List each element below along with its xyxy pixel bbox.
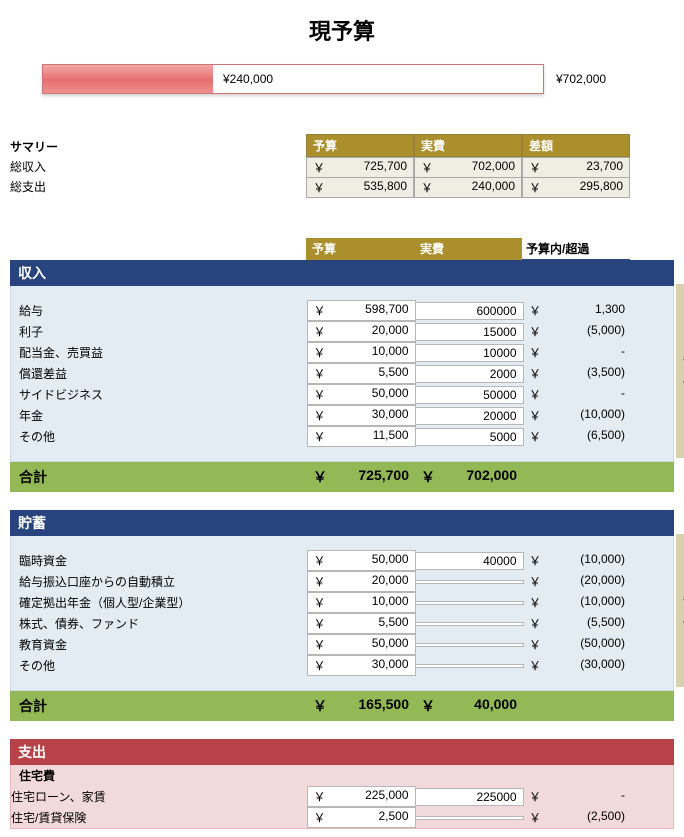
expense-title: 支出 [10,739,674,765]
summary-row-expense: 総支出 ￥535,800 ￥240,000 ￥295,800 [10,177,674,198]
table-row: 給与￥598,700600000￥1,300 [11,300,673,321]
col-header-actual: 実費 [414,238,522,260]
expense-section: 支出 住宅費 住宅ローン、家賃￥225,000225000￥-住宅/賃貸保険￥2… [10,739,674,829]
savings-section: 貯蓄 臨時資金￥50,00040000￥(10,000)給与振込口座からの自動積… [10,510,674,721]
savings-title: 貯蓄 [10,510,674,536]
table-row: 住宅/賃貸保険￥2,500￥(2,500) [11,807,673,828]
page-title: 現予算 [10,14,674,46]
table-row: 臨時資金￥50,00040000￥(10,000) [11,550,673,571]
income-side-tab[interactable]: 毎月 [676,284,684,458]
income-total-row: 合計 ￥725,700 ￥702,000 [10,462,674,492]
savings-side-tab[interactable]: 毎月 [676,534,684,687]
table-row: その他￥11,5005000￥(6,500) [11,426,673,447]
expense-subheader: 住宅費 [11,765,673,786]
progress-bar-inner-label: ¥240,000 [223,65,273,93]
table-row: 利子￥20,00015000￥(5,000) [11,321,673,342]
col-header-budget: 予算 [306,238,414,260]
summary-title: サマリー [10,134,306,157]
table-row: 教育資金￥50,000￥(50,000) [11,634,673,655]
table-row: 株式、債券、ファンド￥5,500￥(5,500) [11,613,673,634]
table-row: 住宅ローン、家賃￥225,000225000￥- [11,786,673,807]
summary-header-diff: 差額 [522,134,630,157]
summary-header-actual: 実費 [414,134,522,157]
progress-bar-outer-label: ¥702,000 [556,72,606,86]
savings-total-row: 合計 ￥165,500 ￥40,000 [10,691,674,721]
income-section: 収入 給与￥598,700600000￥1,300利子￥20,00015000￥… [10,260,674,492]
table-row: 給与振込口座からの自動積立￥20,000￥(20,000) [11,571,673,592]
income-title: 収入 [10,260,674,286]
summary-header-budget: 予算 [306,134,414,157]
table-row: 償還差益￥5,5002000￥(3,500) [11,363,673,384]
table-row: その他￥30,000￥(30,000) [11,655,673,676]
progress-bar: ¥240,000 [42,64,544,94]
table-row: 年金￥30,00020000￥(10,000) [11,405,673,426]
section-columns-header: 予算 実費 予算内/超過 [10,238,674,260]
summary-row-income: 総収入 ￥725,700 ￥702,000 ￥23,700 [10,157,674,178]
summary-table: サマリー 予算 実費 差額 総収入 ￥725,700 ￥702,000 ￥23,… [10,134,674,198]
table-row: 配当金、売買益￥10,00010000￥- [11,342,673,363]
table-row: サイドビジネス￥50,00050000￥- [11,384,673,405]
table-row: 確定拠出年金（個人型/企業型）￥10,000￥(10,000) [11,592,673,613]
col-header-diff: 予算内/超過 [522,238,630,260]
progress-bar-fill [43,65,214,93]
progress-bar-container: ¥240,000 ¥702,000 [42,64,674,94]
